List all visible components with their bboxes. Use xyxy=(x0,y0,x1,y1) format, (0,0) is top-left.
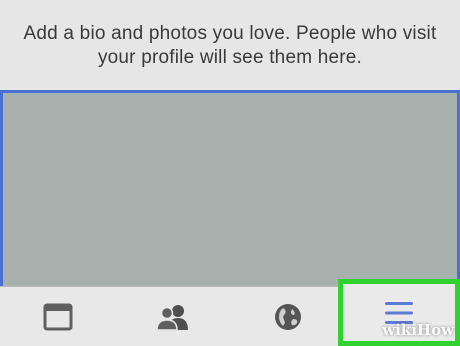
globe-icon xyxy=(273,302,303,332)
news-feed-icon xyxy=(43,303,73,331)
profile-intro-section: Add a bio and photos you love. People wh… xyxy=(0,0,460,90)
tab-news-feed[interactable] xyxy=(0,287,115,346)
profile-intro-text: Add a bio and photos you love. People wh… xyxy=(23,23,437,68)
featured-photos-area[interactable] xyxy=(0,90,460,288)
tab-friends[interactable] xyxy=(115,287,230,346)
wikihow-watermark: wikiHow xyxy=(382,321,454,339)
tab-notifications[interactable] xyxy=(230,287,345,346)
friends-icon xyxy=(155,304,190,330)
